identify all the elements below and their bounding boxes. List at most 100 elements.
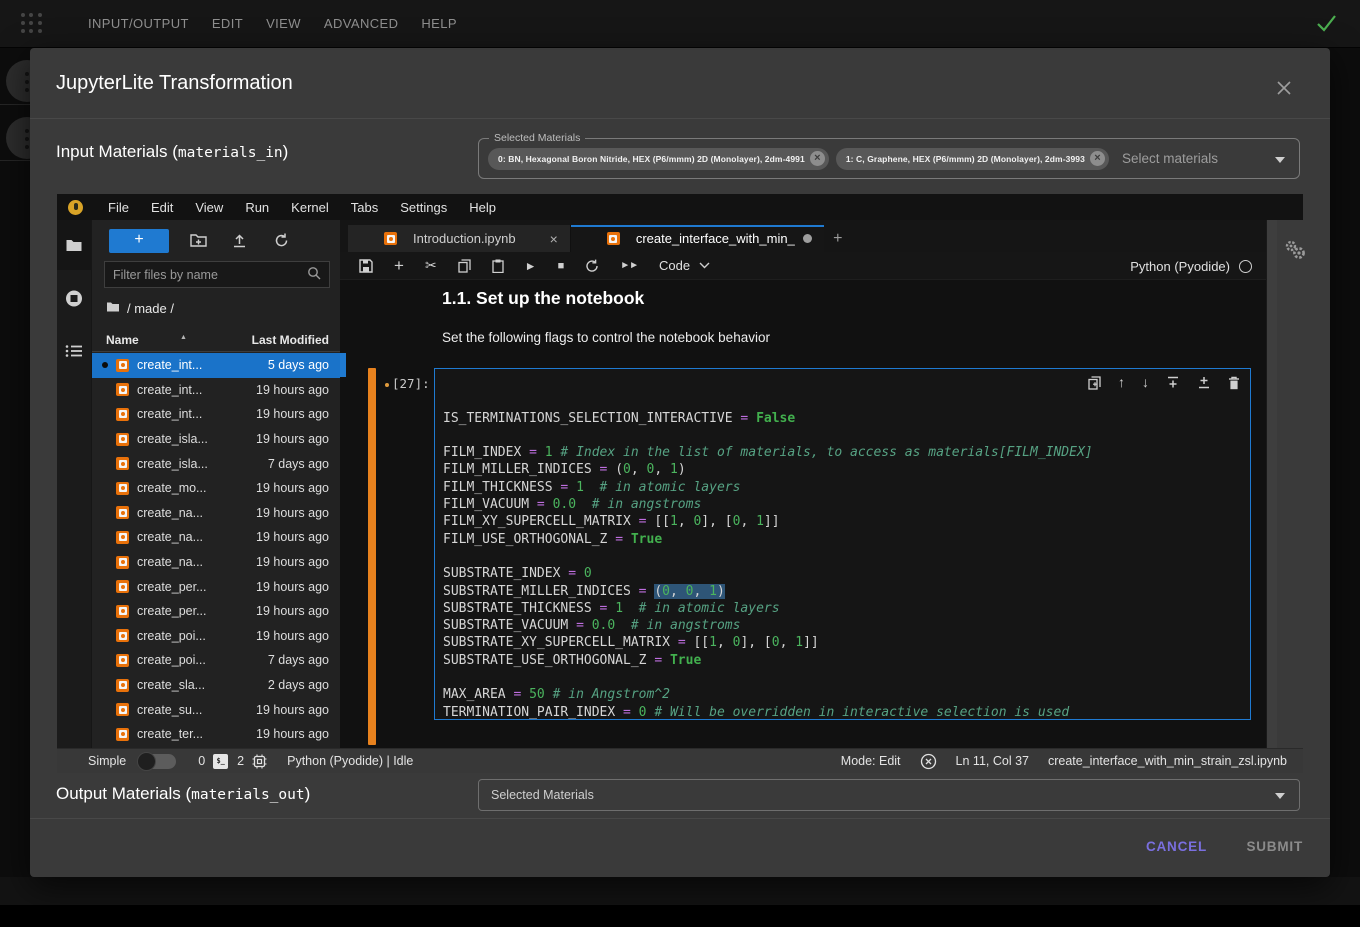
column-last-modified[interactable]: Last Modified xyxy=(252,333,329,347)
delete-cell-icon[interactable] xyxy=(1228,374,1240,391)
file-list-header: Name ▲ Last Modified xyxy=(92,330,340,352)
jupyter-menu-item-settings[interactable]: Settings xyxy=(389,200,458,215)
insert-cell-above-icon[interactable] xyxy=(1166,374,1180,391)
notebook-file-icon xyxy=(116,556,129,569)
file-row[interactable]: create_poi...19 hours ago xyxy=(92,624,340,649)
code-editor[interactable]: IS_TERMINATIONS_SELECTION_INTERACTIVE = … xyxy=(434,368,1251,720)
backdrop-bottom xyxy=(0,905,1360,927)
file-row[interactable]: create_isla...7 days ago xyxy=(92,451,340,476)
file-row[interactable]: create_na...19 hours ago xyxy=(92,501,340,526)
upload-icon[interactable] xyxy=(232,233,247,251)
notebook-file-icon xyxy=(116,531,129,544)
app-menu-item-view[interactable]: VIEW xyxy=(266,10,301,37)
file-modified: 2 days ago xyxy=(268,678,329,692)
restart-kernel-icon[interactable] xyxy=(585,259,599,273)
move-cell-up-icon[interactable]: ↑ xyxy=(1118,374,1125,391)
new-folder-icon[interactable] xyxy=(190,233,207,250)
app-logo-icon[interactable] xyxy=(21,13,43,35)
new-tab-button[interactable]: + xyxy=(824,225,852,252)
jupyter-menu-item-help[interactable]: Help xyxy=(458,200,507,215)
table-of-contents-icon[interactable] xyxy=(65,344,83,361)
tab-close-icon[interactable]: × xyxy=(550,231,558,247)
settings-gears-icon[interactable] xyxy=(1283,239,1307,266)
file-row[interactable]: create_poi...7 days ago xyxy=(92,648,340,673)
file-row[interactable]: create_int...19 hours ago xyxy=(92,402,340,427)
jupyterlite-frame: FileEditViewRunKernelTabsSettingsHelp xyxy=(57,194,1303,773)
mode-indicator[interactable]: Mode: Edit xyxy=(841,754,901,768)
column-name[interactable]: Name xyxy=(106,333,139,347)
jupyter-menu-item-tabs[interactable]: Tabs xyxy=(340,200,389,215)
copy-icon[interactable] xyxy=(458,259,471,273)
run-all-icon[interactable]: ►► xyxy=(620,260,638,271)
file-row[interactable]: create_isla...19 hours ago xyxy=(92,427,340,452)
app-menu-item-advanced[interactable]: ADVANCED xyxy=(324,10,398,37)
insert-cell-below-icon[interactable] xyxy=(1197,374,1211,391)
cell-collapser[interactable] xyxy=(368,368,376,745)
file-row[interactable]: create_int...5 days ago xyxy=(92,353,340,378)
kernel-status[interactable]: Python (Pyodide) | Idle xyxy=(287,754,413,768)
notebook-toolbar: + ✂ ► ■ ►► xyxy=(340,252,1266,280)
paste-icon[interactable] xyxy=(492,259,504,273)
status-check-icon xyxy=(1314,12,1338,39)
close-icon[interactable] xyxy=(1274,78,1294,98)
screen: INPUT/OUTPUTEDITVIEWADVANCEDHELP Jupyter… xyxy=(0,0,1360,927)
tab-create-interface[interactable]: create_interface_with_min_ xyxy=(571,225,824,252)
jupyter-menu-item-kernel[interactable]: Kernel xyxy=(280,200,340,215)
stop-icon[interactable]: ■ xyxy=(558,260,565,272)
filter-files-input[interactable]: Filter files by name xyxy=(104,261,330,288)
jupyter-menu-item-view[interactable]: View xyxy=(184,200,234,215)
file-row[interactable]: create_sla...2 days ago xyxy=(92,673,340,698)
chip-remove-icon[interactable]: × xyxy=(1090,151,1105,166)
insert-cell-icon[interactable]: + xyxy=(394,256,404,276)
jupyter-menu-item-run[interactable]: Run xyxy=(234,200,280,215)
file-row[interactable]: create_ter...19 hours ago xyxy=(92,722,340,747)
save-icon[interactable] xyxy=(359,259,373,273)
code-line: FILM_USE_ORTHOGONAL_Z = True xyxy=(443,531,1242,548)
selected-materials-select[interactable]: Selected Materials 0: BN, Hexagonal Boro… xyxy=(478,138,1300,179)
refresh-icon[interactable] xyxy=(274,233,289,251)
jupyter-menu-item-file[interactable]: File xyxy=(97,200,140,215)
app-menu-item-help[interactable]: HELP xyxy=(421,10,457,37)
notebook-scroll-area[interactable]: 1.1. Set up the notebook Set the followi… xyxy=(340,280,1266,748)
chevron-down-icon[interactable] xyxy=(1275,157,1285,163)
duplicate-cell-icon[interactable] xyxy=(1088,374,1101,391)
move-cell-down-icon[interactable]: ↓ xyxy=(1142,374,1149,391)
file-row[interactable]: create_na...19 hours ago xyxy=(92,525,340,550)
file-row[interactable]: create_per...19 hours ago xyxy=(92,574,340,599)
file-row[interactable]: create_mo...19 hours ago xyxy=(92,476,340,501)
tab-introduction[interactable]: Introduction.ipynb × xyxy=(348,225,571,252)
file-name: create_poi... xyxy=(137,629,206,643)
output-materials-select[interactable]: Selected Materials xyxy=(478,779,1300,811)
kernel-indicator[interactable]: Python (Pyodide) xyxy=(1130,252,1252,280)
terminals-count[interactable]: 0 xyxy=(198,754,205,768)
file-row[interactable]: create_na...19 hours ago xyxy=(92,550,340,575)
scrollbar-track[interactable] xyxy=(1266,220,1277,748)
material-chip[interactable]: 0: BN, Hexagonal Boron Nitride, HEX (P6/… xyxy=(488,148,829,170)
cut-icon[interactable]: ✂ xyxy=(425,257,437,274)
app-menu-item-edit[interactable]: EDIT xyxy=(212,10,243,37)
cursor-position[interactable]: Ln 11, Col 37 xyxy=(956,754,1029,768)
jupyter-menu-bar: FileEditViewRunKernelTabsSettingsHelp xyxy=(57,194,1303,220)
running-sessions-icon[interactable] xyxy=(65,289,84,311)
submit-button[interactable]: SUBMIT xyxy=(1246,839,1303,854)
chevron-down-icon[interactable] xyxy=(1275,793,1285,799)
cell-type-dropdown[interactable]: Code xyxy=(659,258,710,273)
select-materials-placeholder: Select materials xyxy=(1122,151,1218,166)
simple-mode-toggle[interactable] xyxy=(138,754,176,769)
file-row[interactable]: create_su...19 hours ago xyxy=(92,697,340,722)
code-line: TERMINATION_PAIR_INDEX = 0 # Will be ove… xyxy=(443,704,1242,720)
kernels-count[interactable]: 2 xyxy=(237,754,244,768)
jupyter-menu-item-edit[interactable]: Edit xyxy=(140,200,184,215)
file-browser-icon[interactable] xyxy=(66,238,83,256)
app-menu-item-input-output[interactable]: INPUT/OUTPUT xyxy=(88,10,189,37)
cancel-button[interactable]: CANCEL xyxy=(1146,839,1207,854)
new-launcher-button[interactable]: + xyxy=(109,229,169,253)
not-trusted-icon xyxy=(920,753,937,770)
file-row[interactable]: create_int...19 hours ago xyxy=(92,378,340,403)
code-line: SUBSTRATE_VACUUM = 0.0 # in angstroms xyxy=(443,617,1242,634)
breadcrumb[interactable]: / made / xyxy=(106,301,174,316)
chip-remove-icon[interactable]: × xyxy=(810,151,825,166)
file-row[interactable]: create_per...19 hours ago xyxy=(92,599,340,624)
material-chip[interactable]: 1: C, Graphene, HEX (P6/mmm) 2D (Monolay… xyxy=(836,148,1109,170)
run-icon[interactable]: ► xyxy=(525,259,537,273)
